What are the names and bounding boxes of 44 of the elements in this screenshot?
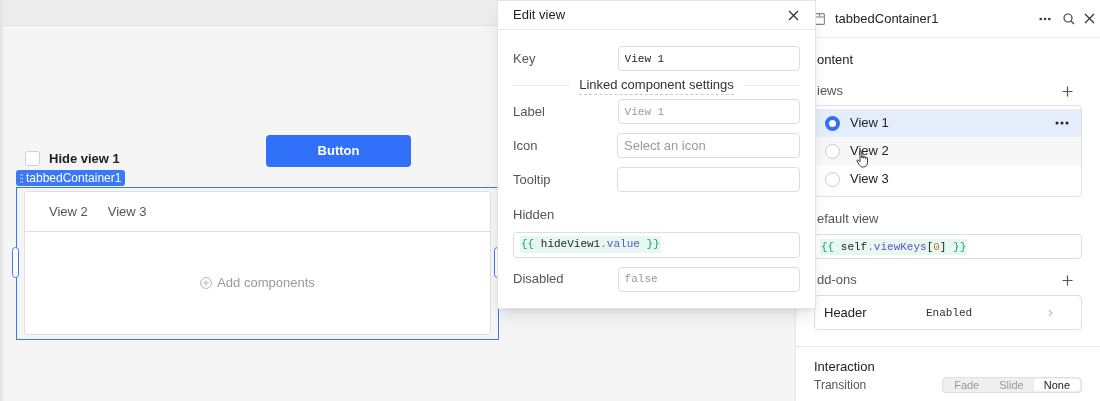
input-field[interactable]: Select an icon <box>617 133 800 158</box>
input-field[interactable] <box>617 167 800 192</box>
input-field[interactable]: View 1 <box>617 99 800 124</box>
component-name-tag[interactable]: tabbedContainer1 <box>16 170 126 186</box>
tab[interactable]: View 2 <box>39 191 98 232</box>
radio-button[interactable] <box>825 115 840 131</box>
input-field[interactable]: false <box>617 266 800 292</box>
close-icon[interactable] <box>786 8 800 22</box>
add-icon[interactable] <box>1060 84 1074 98</box>
checkbox-label: Hide view 1 <box>49 150 120 168</box>
dialog-title: Edit view <box>513 6 566 25</box>
tab[interactable]: View 3 <box>97 191 157 232</box>
primary-button[interactable]: Button <box>266 135 411 167</box>
code-field[interactable]: {{ hideView1.value }} <box>513 231 800 258</box>
input-field[interactable]: View 1 <box>617 46 800 71</box>
field-label: efault view <box>817 211 880 227</box>
drag-handle-icon <box>20 173 23 183</box>
field-label: Icon <box>513 136 539 155</box>
view-list-item[interactable]: View 3 <box>815 165 1081 193</box>
more-icon <box>1055 121 1069 125</box>
chevron-right-icon <box>1048 308 1053 317</box>
field-label: Key <box>513 49 537 68</box>
section-title: ontent <box>817 52 855 68</box>
field-label: iews <box>817 83 843 99</box>
add-icon[interactable] <box>1060 273 1074 287</box>
plus-circle-icon <box>200 277 213 289</box>
section-title: Interaction <box>814 359 876 375</box>
view-list-item[interactable]: View 2 <box>815 137 1081 165</box>
checkbox[interactable] <box>25 151 40 167</box>
addon-row[interactable]: Header Enabled <box>814 295 1082 330</box>
segment-option[interactable]: None <box>1033 379 1080 391</box>
field-label: Label <box>513 102 546 121</box>
radio-button[interactable] <box>825 171 840 187</box>
container-icon <box>814 12 825 25</box>
section-divider-label: Linked component settings <box>579 74 734 96</box>
view-list-item[interactable]: View 1 <box>815 109 1081 137</box>
field-label: Transition <box>814 377 867 393</box>
field-label: Hidden <box>513 206 556 224</box>
radio-button[interactable] <box>825 143 840 159</box>
field-label: Disabled <box>513 270 565 289</box>
inspector-title: tabbedContainer1 <box>835 10 940 27</box>
resize-handle[interactable] <box>12 247 19 278</box>
field-label: Tooltip <box>513 170 552 189</box>
field-label: dd-ons <box>817 272 857 288</box>
